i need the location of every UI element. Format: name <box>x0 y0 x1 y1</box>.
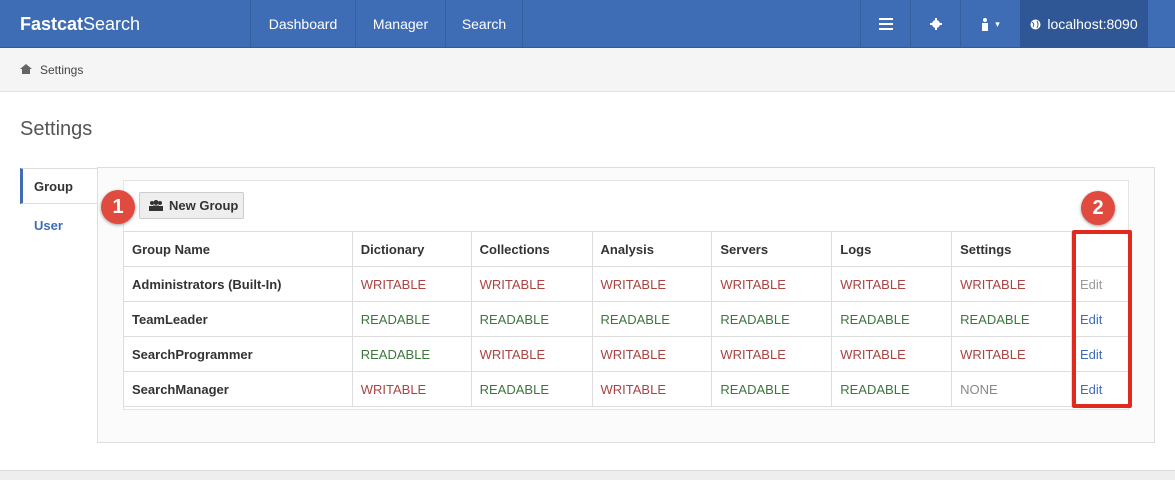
table-header-row: Group Name Dictionary Collections Analys… <box>123 231 1131 267</box>
top-navbar: FastcatSearch Dashboard Manager Search ▾… <box>0 0 1175 48</box>
brand-logo[interactable]: FastcatSearch <box>20 14 140 35</box>
col-settings: Settings <box>951 231 1072 267</box>
tab-user[interactable]: User <box>20 208 97 244</box>
permission-cell: READABLE <box>351 336 472 372</box>
permission-cell: WRITABLE <box>351 266 472 302</box>
permission-cell: WRITABLE <box>470 266 593 302</box>
permission-cell: READABLE <box>470 301 593 337</box>
callout-1: 1 <box>101 190 135 224</box>
table-row: SearchManager WRITABLE READABLE WRITABLE REA… <box>123 371 1131 407</box>
list-icon-button[interactable] <box>860 0 910 48</box>
nav-search[interactable]: Search <box>445 0 523 48</box>
permission-cell: READABLE <box>711 371 833 407</box>
callout-2: 2 <box>1081 191 1115 225</box>
table-row: SearchProgrammer READABLE WRITABLE WRITABLE… <box>123 336 1131 372</box>
breadcrumb-settings[interactable]: Settings <box>40 63 83 77</box>
new-group-button[interactable]: New Group <box>139 192 244 219</box>
page-title: Settings <box>20 118 93 140</box>
permission-cell: READABLE <box>591 301 713 337</box>
permission-cell: WRITABLE <box>831 266 953 302</box>
permission-cell: READABLE <box>831 371 953 407</box>
permission-cell: WRITABLE <box>951 336 1072 372</box>
globe-icon <box>1030 19 1041 29</box>
group-name-cell: Administrators (Built-In) <box>123 266 353 302</box>
breadcrumb: Settings <box>0 48 1175 92</box>
permission-cell: READABLE <box>351 301 472 337</box>
permission-cell: WRITABLE <box>591 336 713 372</box>
new-group-label: New Group <box>169 198 239 213</box>
tab-group[interactable]: Group <box>20 168 97 204</box>
user-icon <box>982 17 989 31</box>
permission-cell: WRITABLE <box>591 371 713 407</box>
gear-icon <box>929 18 942 30</box>
permission-cell: WRITABLE <box>591 266 713 302</box>
col-analysis: Analysis <box>591 231 713 267</box>
edit-column-highlight <box>1072 230 1132 408</box>
col-group-name: Group Name <box>123 231 353 267</box>
chevron-down-icon: ▾ <box>995 18 1000 29</box>
groups-table: Group Name Dictionary Collections Analys… <box>123 231 1131 407</box>
group-name-cell: TeamLeader <box>123 301 353 337</box>
permission-cell: WRITABLE <box>711 336 833 372</box>
permission-cell: WRITABLE <box>351 371 472 407</box>
permission-cell: WRITABLE <box>831 336 953 372</box>
settings-sidebar: Group User <box>20 168 97 244</box>
bottom-rule <box>0 470 1175 480</box>
nav-dashboard[interactable]: Dashboard <box>250 0 355 48</box>
permission-cell: READABLE <box>831 301 953 337</box>
col-logs: Logs <box>831 231 953 267</box>
col-dictionary: Dictionary <box>351 231 472 267</box>
server-label: localhost:8090 <box>1047 16 1138 32</box>
permission-cell: READABLE <box>711 301 833 337</box>
permission-cell: NONE <box>951 371 1072 407</box>
permission-cell: WRITABLE <box>711 266 833 302</box>
permission-cell: WRITABLE <box>470 336 593 372</box>
table-row: TeamLeader READABLE READABLE READABLE READAB… <box>123 301 1131 337</box>
list-icon <box>878 18 893 30</box>
home-icon[interactable] <box>20 64 32 74</box>
users-icon <box>149 200 163 211</box>
user-menu-button[interactable]: ▾ <box>960 0 1020 48</box>
group-name-cell: SearchManager <box>123 371 353 407</box>
settings-button[interactable] <box>910 0 960 48</box>
permission-cell: READABLE <box>470 371 593 407</box>
server-selector[interactable]: localhost:8090 <box>1020 0 1148 48</box>
table-row: Administrators (Built-In) WRITABLE WRITABL… <box>123 266 1131 302</box>
group-name-cell: SearchProgrammer <box>123 336 353 372</box>
col-servers: Servers <box>711 231 833 267</box>
permission-cell: WRITABLE <box>951 266 1072 302</box>
permission-cell: READABLE <box>951 301 1072 337</box>
col-collections: Collections <box>470 231 593 267</box>
nav-manager[interactable]: Manager <box>355 0 445 48</box>
